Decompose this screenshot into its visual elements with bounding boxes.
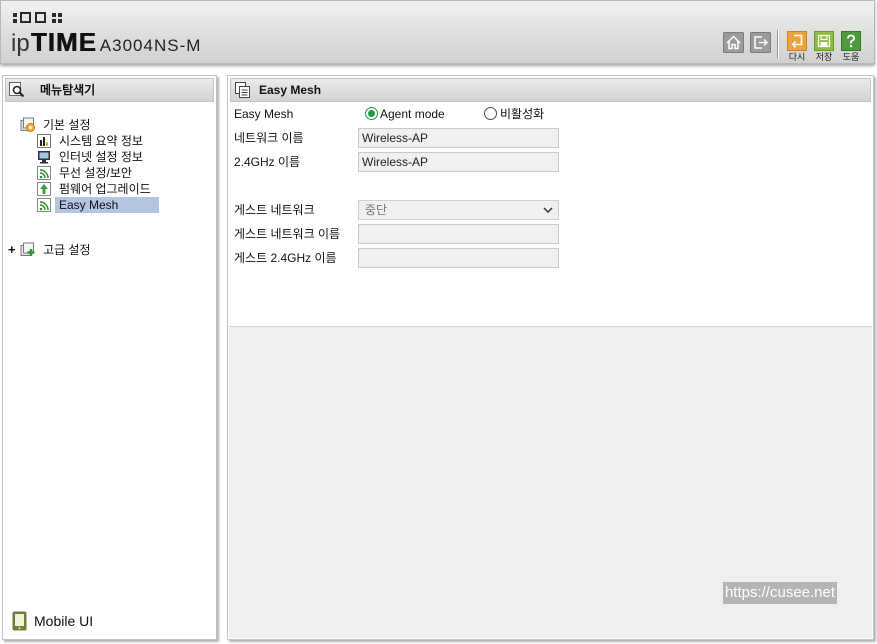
tree-item-firmware-upgrade[interactable]: 펌웨어 업그레이드 xyxy=(3,181,216,197)
guest-ssid-24ghz-input[interactable] xyxy=(358,248,559,268)
page-title: Easy Mesh xyxy=(259,83,322,97)
help-label: 도움 xyxy=(842,52,860,62)
model-name: A3004NS-M xyxy=(99,36,202,55)
easy-mesh-mode-row: Easy Mesh Agent mode 비활성화 xyxy=(228,104,873,124)
guest-network-value: 중단 xyxy=(365,203,388,217)
guest-ssid-24ghz-row: 게스트 2.4GHz 이름 xyxy=(228,248,873,268)
mobile-ui-label[interactable]: Mobile UI xyxy=(34,613,93,629)
ssid-24ghz-label: 2.4GHz 이름 xyxy=(234,155,301,169)
upgrade-icon xyxy=(37,182,51,196)
ssid-24ghz-input[interactable] xyxy=(358,152,559,172)
save-label: 저장 xyxy=(815,52,833,62)
wifi-icon xyxy=(37,198,51,212)
agent-mode-radio[interactable] xyxy=(365,107,378,120)
chart-icon xyxy=(37,134,51,148)
mobile-ui-link[interactable]: Mobile UI xyxy=(12,611,132,631)
monitor-icon xyxy=(37,150,51,164)
tree-item-easy-mesh[interactable]: Easy Mesh xyxy=(3,197,216,213)
folder-settings-icon xyxy=(20,117,36,133)
tree-item-system-summary[interactable]: 시스템 요약 정보 xyxy=(3,133,216,149)
chevron-down-icon xyxy=(543,207,553,213)
logout-button[interactable] xyxy=(750,32,771,53)
ssid-24ghz-row: 2.4GHz 이름 xyxy=(228,152,873,172)
tree-item-label[interactable]: 시스템 요약 정보 xyxy=(55,133,143,149)
watermark: https://cusee.net xyxy=(723,582,837,604)
tree-item-label[interactable]: 인터넷 설정 정보 xyxy=(55,149,143,165)
network-name-input[interactable] xyxy=(358,128,559,148)
tree-item-label[interactable]: 무선 설정/보안 xyxy=(55,165,132,181)
brand-mark-icon xyxy=(12,12,68,24)
mobile-phone-icon xyxy=(12,611,27,631)
tree-folder-label[interactable]: 고급 설정 xyxy=(43,242,91,258)
easy-mesh-panel: Easy Mesh Easy Mesh Agent mode 비활성화 네트워크… xyxy=(227,75,874,640)
tree-folder-label[interactable]: 기본 설정 xyxy=(43,117,91,133)
save-button[interactable]: 저장 xyxy=(811,31,837,62)
home-button[interactable] xyxy=(723,32,744,53)
tree-item-label[interactable]: Easy Mesh xyxy=(55,197,159,213)
menu-explorer-header: 메뉴탐색기 xyxy=(5,78,214,102)
home-icon xyxy=(723,32,744,53)
brand-time: TIME xyxy=(30,27,97,57)
tree-folder-advanced-settings[interactable]: + 고급 설정 xyxy=(3,242,216,258)
menu-explorer-title: 메뉴탐색기 xyxy=(40,83,96,97)
header-divider xyxy=(777,30,778,58)
restart-button[interactable]: 다시 xyxy=(784,31,810,62)
guest-network-name-input[interactable] xyxy=(358,224,559,244)
logout-icon xyxy=(750,32,771,53)
network-name-row: 네트워크 이름 xyxy=(228,128,873,148)
save-icon xyxy=(814,31,834,51)
easy-mesh-label: Easy Mesh xyxy=(234,107,294,121)
restart-icon xyxy=(787,31,807,51)
tree-item-label[interactable]: 펌웨어 업그레이드 xyxy=(55,181,151,197)
restart-label: 다시 xyxy=(788,52,806,62)
help-icon xyxy=(841,31,861,51)
network-name-label: 네트워크 이름 xyxy=(234,131,304,145)
guest-network-select[interactable]: 중단 xyxy=(358,200,559,220)
guest-network-label: 게스트 네트워크 xyxy=(234,203,315,217)
brand-ip: ip xyxy=(11,30,30,57)
tree-item-internet-settings[interactable]: 인터넷 설정 정보 xyxy=(3,149,216,165)
pages-icon xyxy=(235,82,251,98)
magnifier-icon xyxy=(9,82,25,98)
expand-icon[interactable]: + xyxy=(8,242,16,258)
menu-explorer-panel: 메뉴탐색기 기본 설정 시스템 요약 정보 인터넷 설정 정보 무선 설정/보안… xyxy=(2,75,217,640)
agent-mode-label[interactable]: Agent mode xyxy=(380,104,445,124)
top-header: ip TIME A3004NS-M 다시 저장 도움 xyxy=(0,0,875,64)
disable-label[interactable]: 비활성화 xyxy=(500,104,544,124)
guest-network-name-label: 게스트 네트워크 이름 xyxy=(234,227,341,241)
guest-network-row: 게스트 네트워크 중단 xyxy=(228,200,873,220)
easy-mesh-header: Easy Mesh xyxy=(230,78,871,102)
wifi-icon xyxy=(37,166,51,180)
disable-radio[interactable] xyxy=(484,107,497,120)
help-button[interactable]: 도움 xyxy=(838,31,864,62)
tree-folder-basic-settings[interactable]: 기본 설정 xyxy=(3,117,216,133)
tree-item-wireless-security[interactable]: 무선 설정/보안 xyxy=(3,165,216,181)
brand-logo: ip TIME A3004NS-M xyxy=(11,27,201,59)
folder-add-icon xyxy=(20,242,36,258)
guest-ssid-24ghz-label: 게스트 2.4GHz 이름 xyxy=(234,251,337,265)
guest-network-name-row: 게스트 네트워크 이름 xyxy=(228,224,873,244)
